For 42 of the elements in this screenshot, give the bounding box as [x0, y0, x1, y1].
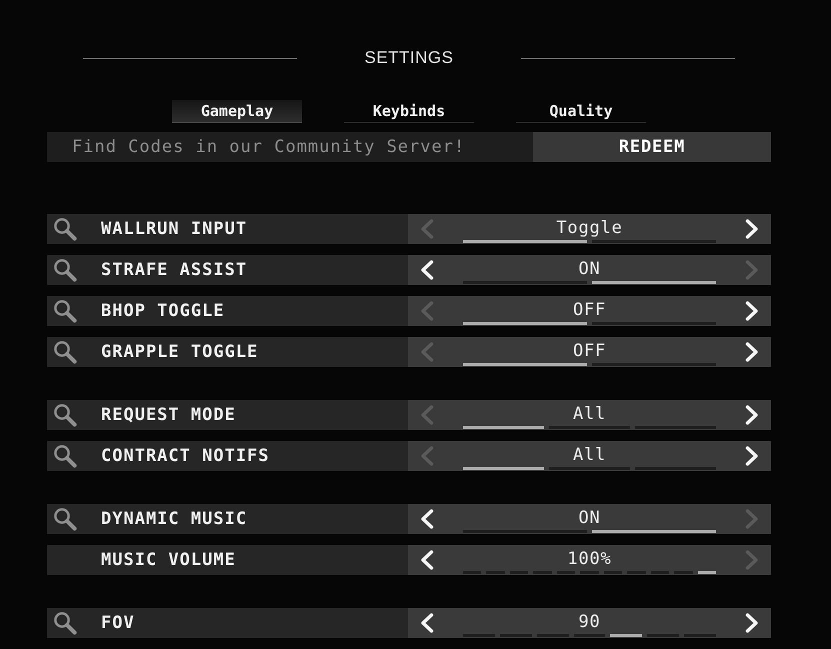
chevron-right-icon: [745, 405, 759, 425]
setting-label: BHOP TOGGLE: [101, 301, 225, 321]
setting-label: STRAFE ASSIST: [101, 260, 248, 280]
option-value: ON: [578, 259, 601, 279]
option-value: Toggle: [556, 218, 623, 238]
option-value: All: [572, 404, 606, 424]
option-value: OFF: [572, 341, 606, 361]
chevron-right-icon: [745, 613, 759, 633]
chevron-right-icon: [745, 446, 759, 466]
chevron-right-icon: [745, 509, 759, 529]
chevron-left-icon: [420, 550, 434, 570]
chevron-right-icon: [745, 342, 759, 362]
option-value: OFF: [572, 300, 606, 320]
chevron-left-icon: [420, 219, 434, 239]
chevron-right-icon: [745, 550, 759, 570]
chevron-left-icon: [420, 405, 434, 425]
chevron-right-icon: [745, 219, 759, 239]
code-input[interactable]: Find Codes in our Community Server!: [47, 132, 533, 162]
setting-label: MUSIC VOLUME: [101, 550, 236, 570]
chevron-left-icon: [420, 301, 434, 321]
chevron-left-icon: [420, 446, 434, 466]
chevron-right-icon: [745, 301, 759, 321]
setting-label: WALLRUN INPUT: [101, 219, 248, 239]
redeem-button[interactable]: REDEEM: [533, 132, 771, 162]
chevron-left-icon: [420, 342, 434, 362]
setting-label: GRAPPLE TOGGLE: [101, 342, 258, 362]
tab[interactable]: Keybinds: [344, 100, 474, 123]
setting-label: FOV: [101, 613, 135, 633]
settings-title: SETTINGS: [364, 48, 454, 68]
chevron-right-icon: [745, 260, 759, 280]
chevron-left-icon: [420, 260, 434, 280]
option-value: 100%: [567, 549, 612, 569]
setting-label: CONTRACT NOTIFS: [101, 446, 270, 466]
tab[interactable]: Quality: [516, 100, 646, 123]
option-value: All: [572, 445, 606, 465]
setting-label: DYNAMIC MUSIC: [101, 509, 248, 529]
setting-label: REQUEST MODE: [101, 405, 236, 425]
chevron-left-icon: [420, 509, 434, 529]
option-value: 90: [578, 612, 601, 632]
option-value: ON: [578, 508, 601, 528]
tab[interactable]: Gameplay: [172, 100, 302, 123]
chevron-left-icon: [420, 613, 434, 633]
